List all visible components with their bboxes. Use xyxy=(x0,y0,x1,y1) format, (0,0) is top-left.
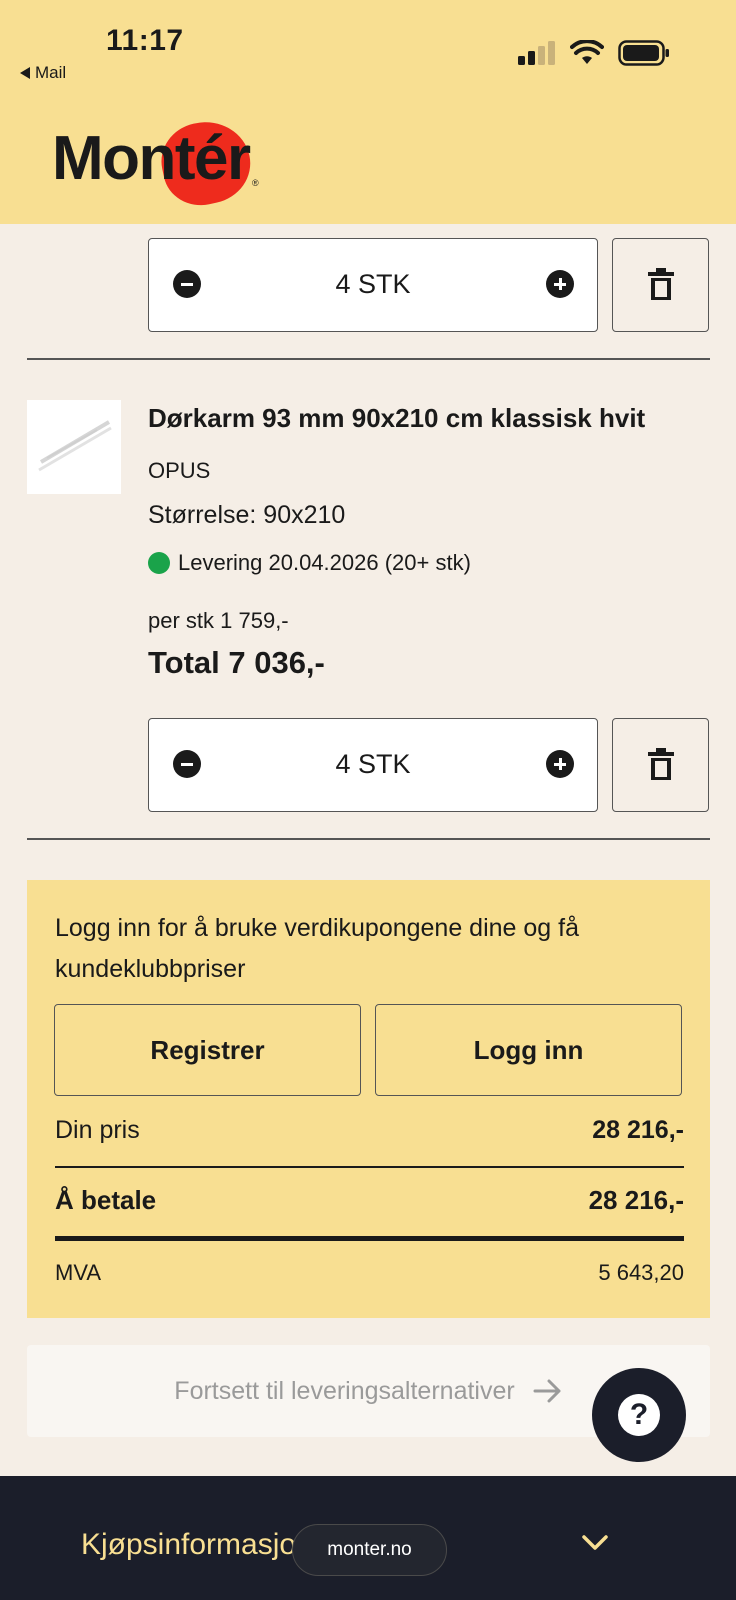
monter-logo[interactable]: Montér xyxy=(52,113,272,213)
continue-label: Fortsett til leveringsalternativer xyxy=(174,1376,515,1405)
door-frame-image xyxy=(38,420,112,472)
quantity-stepper: 4 STK xyxy=(148,718,598,812)
login-message: Logg inn for å bruke verdikupongene dine… xyxy=(55,914,579,983)
vat-label: MVA xyxy=(55,1260,102,1285)
logo-registered-mark: ® xyxy=(252,178,259,188)
product-size: Størrelse: 90x210 xyxy=(148,501,346,529)
to-pay-value: 28 216,- xyxy=(588,1185,684,1215)
unit-price: per stk 1 759,- xyxy=(148,608,289,633)
register-button[interactable]: Registrer xyxy=(54,1004,361,1096)
remove-item-button[interactable] xyxy=(612,238,709,332)
item-divider xyxy=(27,838,710,840)
logo-text: Montér xyxy=(52,124,251,193)
product-title[interactable]: Dørkarm 93 mm 90x210 cm klassisk hvit xyxy=(148,403,645,434)
your-price-value: 28 216,- xyxy=(592,1116,684,1144)
item-divider xyxy=(27,358,710,360)
help-button[interactable]: ? xyxy=(592,1368,686,1462)
battery-icon xyxy=(618,40,669,66)
vat-row: MVA 5 643,20 xyxy=(55,1260,684,1286)
back-arrow-icon xyxy=(20,67,30,79)
back-app-label: Mail xyxy=(35,63,67,82)
delivery-status: Levering 20.04.2026 (20+ stk) xyxy=(148,550,471,576)
to-pay-label: Å betale xyxy=(55,1185,157,1215)
arrow-right-icon xyxy=(533,1379,561,1403)
trash-icon xyxy=(648,268,674,300)
chevron-down-icon xyxy=(582,1535,608,1550)
login-summary-panel: Logg inn for å bruke verdikupongene dine… xyxy=(27,880,710,1318)
your-price-label: Din pris xyxy=(55,1116,140,1144)
product-image[interactable] xyxy=(27,400,121,494)
trash-icon xyxy=(648,748,674,780)
browser-url-pill[interactable]: monter.no xyxy=(292,1524,447,1576)
product-brand: OPUS xyxy=(148,458,211,483)
footer-title: Kjøpsinformasjon xyxy=(81,1528,313,1561)
status-time: 11:17 xyxy=(106,24,184,57)
total-divider xyxy=(55,1236,684,1241)
increase-quantity-button[interactable] xyxy=(546,270,574,298)
status-icons xyxy=(518,40,670,66)
your-price-row: Din pris 28 216,- xyxy=(55,1116,684,1145)
back-to-mail-link[interactable]: Mail xyxy=(20,63,66,83)
wifi-icon xyxy=(570,40,604,64)
vat-value: 5 643,20 xyxy=(598,1260,684,1285)
to-pay-row: Å betale 28 216,- xyxy=(55,1185,684,1216)
quantity-label: 4 STK xyxy=(335,269,411,299)
increase-quantity-button[interactable] xyxy=(546,750,574,778)
remove-item-button[interactable] xyxy=(612,718,709,812)
cellular-signal-icon xyxy=(518,41,555,65)
quantity-label: 4 STK xyxy=(335,749,411,779)
item-total: Total 7 036,- xyxy=(148,645,325,680)
question-mark-icon: ? xyxy=(618,1394,660,1436)
price-divider xyxy=(55,1166,684,1168)
login-button[interactable]: Logg inn xyxy=(375,1004,682,1096)
delivery-text: Levering 20.04.2026 (20+ stk) xyxy=(178,550,471,575)
quantity-stepper: 4 STK xyxy=(148,238,598,332)
app-header: 11:17 Mail Montér ® xyxy=(0,0,736,224)
in-stock-dot-icon xyxy=(148,552,170,574)
